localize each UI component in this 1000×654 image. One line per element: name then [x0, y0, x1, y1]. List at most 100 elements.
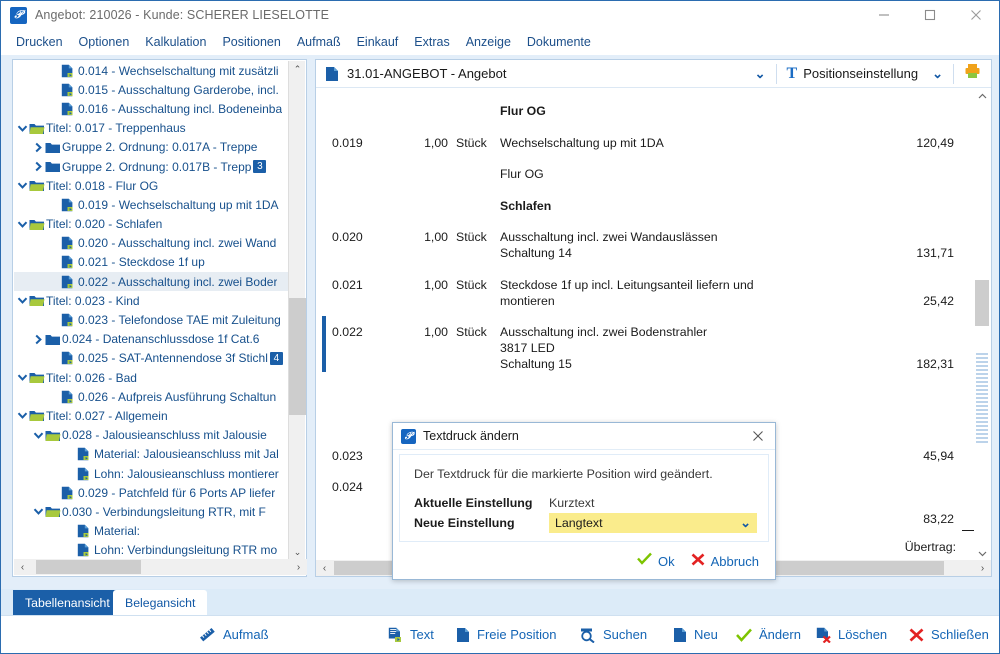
row-unit-price: 120,49	[876, 136, 954, 150]
tree-horizontal-scrollbar[interactable]: ‹ ›	[14, 559, 307, 575]
x-icon	[691, 553, 705, 570]
chevron-down-icon[interactable]	[16, 411, 29, 420]
tree-item[interactable]: Titel: 0.017 - Treppenhaus	[14, 119, 289, 138]
tree-item[interactable]: 0.016 - Ausschaltung incl. Bodeneinba	[14, 99, 289, 118]
tree-item[interactable]: Titel: 0.023 - Kind	[14, 291, 289, 310]
dialog-cancel-button[interactable]: Abbruch	[691, 553, 759, 570]
close-button[interactable]	[953, 1, 999, 29]
tree-item[interactable]: Gruppe 2. Ordnung: 0.017A - Treppe	[14, 138, 289, 157]
tree-item[interactable]: 0.023 - Telefondose TAE mit Zuleitung	[14, 310, 289, 329]
tree-item[interactable]: 0.014 - Wechselschaltung mit zusätzli	[14, 61, 289, 80]
toolbar-button-label: Text	[410, 627, 434, 642]
tree-item[interactable]: Titel: 0.026 - Bad	[14, 368, 289, 387]
dialog-content: Der Textdruck für die markierte Position…	[399, 454, 769, 542]
doc-scroll-up-button[interactable]	[974, 88, 990, 104]
tree-scroll-left-button[interactable]: ‹	[14, 559, 31, 575]
tree-vscroll-thumb[interactable]	[289, 298, 306, 415]
menu-item-anzeige[interactable]: Anzeige	[458, 33, 519, 51]
doc-vscroll-thumb[interactable]	[975, 280, 989, 326]
row-unit: Stück	[456, 230, 496, 244]
tree-item[interactable]: Lohn: Jalousieanschluss montierer	[14, 464, 289, 483]
menu-item-positionen[interactable]: Positionen	[214, 33, 288, 51]
position-setting-label[interactable]: Positionseinstellung	[803, 66, 918, 81]
tree-item[interactable]: 0.019 - Wechselschaltung up mit 1DA	[14, 195, 289, 214]
delete-document-icon	[816, 627, 831, 643]
tree-item[interactable]: 0.026 - Aufpreis Ausführung Schaltun	[14, 387, 289, 406]
bottom-toolbar: Aufmaß Text Freie PositionSuchen Neu ÄndernL…	[1, 615, 999, 653]
printer-icon[interactable]	[964, 63, 981, 84]
chevron-down-icon[interactable]	[16, 124, 29, 133]
chevron-down-icon[interactable]	[32, 431, 45, 440]
toolbar-button-suchen[interactable]: Suchen	[569, 627, 657, 643]
menu-item-dokumente[interactable]: Dokumente	[519, 33, 599, 51]
chevron-down-icon[interactable]	[16, 373, 29, 382]
tab-tabellenansicht[interactable]: Tabellenansicht	[13, 590, 122, 615]
tree-item[interactable]: Material:	[14, 522, 289, 541]
position-setting-chevron-down-icon[interactable]: ⌄	[932, 66, 943, 82]
minimize-button[interactable]	[861, 1, 907, 29]
tree-item[interactable]: Titel: 0.018 - Flur OG	[14, 176, 289, 195]
toolbar-button-aufma-[interactable]: Aufmaß	[189, 627, 279, 643]
menu-item-drucken[interactable]: Drucken	[8, 33, 71, 51]
menu-item-aufmass[interactable]: Aufmaß	[289, 33, 349, 51]
carry-label: Übertrag:	[856, 540, 956, 554]
text-setting-t-icon: T	[787, 65, 798, 83]
row-description: Flur OG	[500, 167, 880, 181]
menu-item-einkauf[interactable]: Einkauf	[349, 33, 407, 51]
chevron-down-icon[interactable]	[16, 296, 29, 305]
tree-item[interactable]: 0.024 - Datenanschlussdose 1f Cat.6	[14, 330, 289, 349]
tree-item-label: 0.024 - Datenanschlussdose 1f Cat.6	[62, 332, 259, 346]
new-setting-select[interactable]: Langtext ⌄	[549, 513, 757, 533]
tab-belegansicht[interactable]: Belegansicht	[113, 590, 207, 615]
dialog-close-icon[interactable]	[741, 423, 775, 450]
tree-item[interactable]: Lohn: Verbindungsleitung RTR mo	[14, 541, 289, 560]
tree-item[interactable]: 0.028 - Jalousieanschluss mit Jalousie	[14, 426, 289, 445]
tree-scroll-right-button[interactable]: ›	[290, 559, 307, 575]
chevron-down-icon[interactable]	[16, 220, 29, 229]
tree-item[interactable]: Titel: 0.027 - Allgemein	[14, 406, 289, 425]
chevron-right-icon[interactable]	[32, 161, 45, 172]
menu-item-optionen[interactable]: Optionen	[71, 33, 138, 51]
toolbar-button--ndern[interactable]: Ändern	[726, 627, 811, 642]
toolbar-button-freie-position[interactable]: Freie Position	[446, 627, 566, 643]
position-tree-panel: 0.014 - Wechselschaltung mit zusätzli0.0…	[12, 59, 307, 577]
main-body: 0.014 - Wechselschaltung mit zusätzli0.0…	[1, 55, 999, 589]
toolbar-button-neu[interactable]: Neu	[663, 627, 728, 643]
tree-item[interactable]: 0.030 - Verbindungsleitung RTR, mit F	[14, 502, 289, 521]
document-vertical-scrollbar[interactable]	[974, 88, 990, 561]
doc-scroll-down-button[interactable]	[974, 545, 990, 561]
menu-item-kalkulation[interactable]: Kalkulation	[137, 33, 214, 51]
tree-item[interactable]: 0.025 - SAT-Antennendose 3f Stichl4	[14, 349, 289, 368]
tree-item-badge: 3	[253, 160, 266, 173]
toolbar-button-text[interactable]: Text	[378, 627, 444, 643]
tree-item[interactable]: Material: Jalousieanschluss mit Jal	[14, 445, 289, 464]
tree-item[interactable]: 0.029 - Patchfeld für 6 Ports AP liefer	[14, 483, 289, 502]
menu-item-extras[interactable]: Extras	[406, 33, 457, 51]
tree-item[interactable]: 0.020 - Ausschaltung incl. zwei Wand	[14, 234, 289, 253]
chevron-down-icon[interactable]	[16, 181, 29, 190]
tree-item[interactable]: 0.022 - Ausschaltung incl. zwei Boder	[14, 272, 289, 291]
dialog-ok-button[interactable]: Ok	[637, 552, 675, 570]
chevron-right-icon[interactable]	[32, 334, 45, 345]
tree-item[interactable]: 0.021 - Steckdose 1f up	[14, 253, 289, 272]
tree-scroll-up-button[interactable]: ⌃	[289, 61, 306, 78]
tree-item[interactable]: 0.015 - Ausschaltung Garderobe, incl.	[14, 80, 289, 99]
toolbar-button-l-schen[interactable]: Löschen	[806, 627, 897, 643]
doc-scroll-left-button[interactable]: ‹	[316, 560, 333, 576]
position-tree[interactable]: 0.014 - Wechselschaltung mit zusätzli0.0…	[14, 61, 289, 561]
tree-item[interactable]: Titel: 0.020 - Schlafen	[14, 215, 289, 234]
tree-item-label: Titel: 0.026 - Bad	[46, 371, 137, 385]
document-dropdown-chevron-down-icon[interactable]: ⌄	[755, 66, 766, 82]
chevron-right-icon[interactable]	[32, 142, 45, 153]
row-quantity: 1,00	[396, 230, 448, 244]
row-position: 0.019	[332, 136, 394, 150]
tree-vertical-scrollbar[interactable]: ⌃ ⌄	[288, 61, 305, 561]
toolbar-button-label: Neu	[694, 627, 718, 642]
chevron-down-icon[interactable]	[32, 507, 45, 516]
doc-scroll-right-button[interactable]: ›	[974, 560, 991, 576]
maximize-button[interactable]	[907, 1, 953, 29]
new-setting-chevron-down-icon[interactable]: ⌄	[740, 515, 751, 531]
tree-hscroll-thumb[interactable]	[36, 560, 141, 574]
tree-item[interactable]: Gruppe 2. Ordnung: 0.017B - Trepp3	[14, 157, 289, 176]
toolbar-button-schlie-en[interactable]: Schließen	[899, 627, 999, 642]
